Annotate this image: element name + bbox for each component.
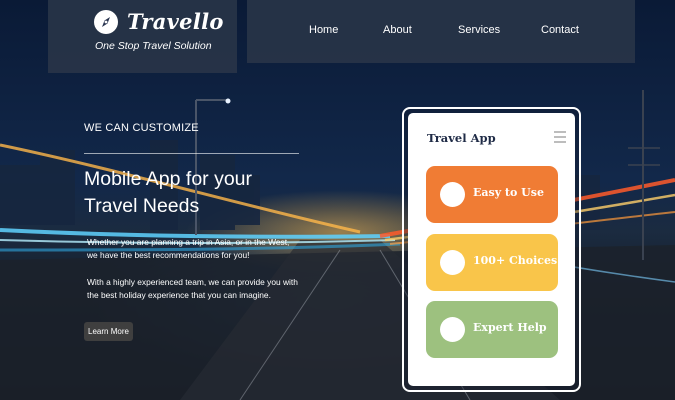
top-nav: Home About Services Contact: [247, 0, 635, 63]
feature-label: Expert Help: [473, 321, 547, 334]
nav-home[interactable]: Home: [309, 24, 338, 36]
feature-circle-icon: [440, 182, 465, 207]
feature-circle-icon: [440, 250, 465, 275]
feature-card-choices[interactable]: 100+ Choices: [426, 234, 558, 291]
nav-about[interactable]: About: [383, 24, 412, 36]
hamburger-menu-icon[interactable]: [554, 131, 566, 144]
app-title: Travel App: [427, 131, 496, 145]
feature-card-expert-help[interactable]: Expert Help: [426, 301, 558, 358]
nav-services[interactable]: Services: [458, 24, 500, 36]
brand-tagline: One Stop Travel Solution: [95, 40, 212, 52]
hero-paragraph-2: With a highly experienced team, we can p…: [87, 277, 298, 300]
hero-paragraph-1: Whether you are planning a trip in Asia,…: [87, 237, 290, 260]
hero-title-line-2: Travel Needs: [84, 195, 200, 217]
hero-title-line-1: Mobile App for your: [84, 168, 253, 190]
brand-name[interactable]: Travello: [127, 9, 224, 34]
hero-divider: [84, 153, 299, 154]
feature-circle-icon: [440, 317, 465, 342]
feature-label: Easy to Use: [473, 186, 544, 199]
compass-icon[interactable]: [94, 10, 118, 34]
nav-contact[interactable]: Contact: [541, 24, 579, 36]
hero-title: Mobile App for your Travel Needs: [84, 166, 314, 220]
feature-card-easy-to-use[interactable]: Easy to Use: [426, 166, 558, 223]
hero-eyebrow: WE CAN CUSTOMIZE: [84, 122, 199, 134]
learn-more-button[interactable]: Learn More: [84, 322, 133, 341]
feature-label: 100+ Choices: [473, 254, 558, 267]
